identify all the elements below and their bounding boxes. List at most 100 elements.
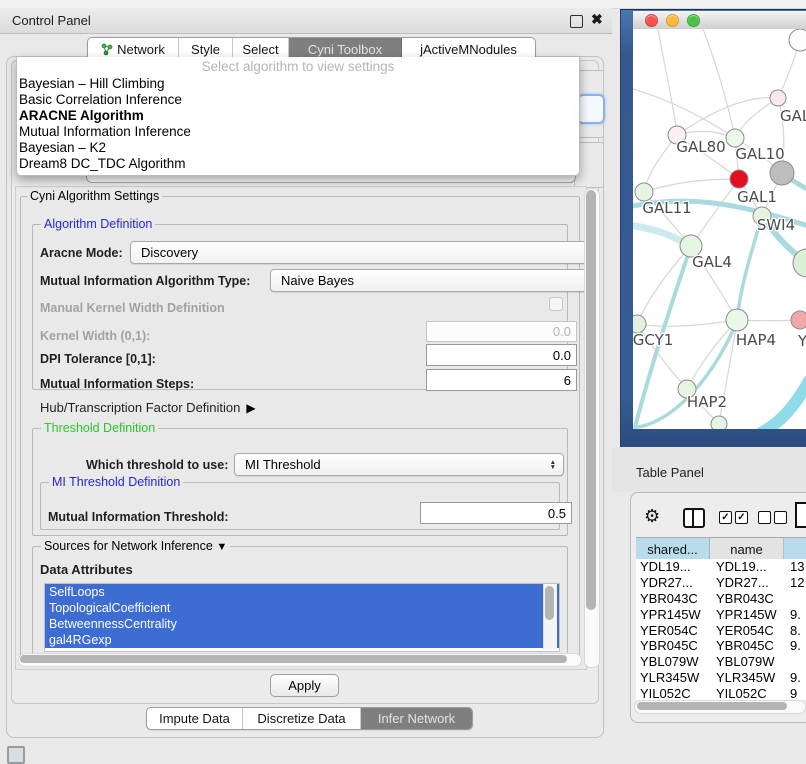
table-cell: YDL19... bbox=[710, 559, 784, 574]
node-hap4[interactable] bbox=[726, 309, 748, 331]
column-header-hidden[interactable] bbox=[784, 538, 806, 560]
node-label-gal11: GAL11 bbox=[642, 199, 691, 217]
table-row[interactable]: YPR145WYPR145W9. bbox=[636, 606, 806, 622]
threshold-definition-legend: Threshold Definition bbox=[41, 421, 158, 436]
column-header-name[interactable]: name bbox=[710, 538, 784, 560]
column-header-shared[interactable]: shared... bbox=[636, 538, 710, 560]
table-cell: YDL19... bbox=[636, 559, 710, 574]
aracne-mode-value: Discovery bbox=[141, 245, 198, 260]
unchecked-checkbox-icon[interactable] bbox=[774, 511, 787, 524]
node-gray[interactable] bbox=[770, 161, 794, 185]
mi-threshold-input[interactable]: 0.5 bbox=[420, 502, 572, 524]
tab-discretize-data[interactable]: Discretize Data bbox=[243, 708, 361, 729]
tab-infer-network[interactable]: Infer Network bbox=[361, 708, 472, 729]
node-salmon[interactable] bbox=[791, 311, 806, 329]
mi-steps-input[interactable]: 6 bbox=[426, 369, 577, 391]
attribute-item-selfloops[interactable]: SelfLoops bbox=[45, 584, 559, 600]
network-edge[interactable] bbox=[687, 320, 737, 389]
table-row[interactable]: YIL052CYIL052C9 bbox=[636, 685, 806, 700]
mi-threshold-label: Mutual Information Threshold: bbox=[48, 510, 229, 524]
node-label-gal: GAL bbox=[780, 107, 806, 125]
attribute-item-gal4rgexp[interactable]: gal4RGexp bbox=[45, 632, 559, 648]
table-row[interactable]: YDL19...YDL19...13 bbox=[636, 559, 806, 575]
network-edge[interactable] bbox=[644, 179, 739, 192]
table-row[interactable]: YDR27...YDR27...12 bbox=[636, 575, 806, 591]
tab-label: Impute Data bbox=[159, 711, 230, 726]
table-row[interactable]: YER054CYER054C8. bbox=[636, 622, 806, 638]
minimize-traffic-light-icon[interactable] bbox=[666, 14, 679, 27]
tab-label: Network bbox=[117, 42, 165, 57]
network-window-titlebar[interactable] bbox=[633, 11, 806, 30]
checked-checkbox-icon[interactable]: ✓ bbox=[719, 511, 732, 524]
focused-button-sliver[interactable] bbox=[577, 94, 605, 124]
minimized-panel-icon[interactable] bbox=[7, 746, 25, 764]
columns-icon[interactable] bbox=[683, 508, 705, 528]
data-attributes-list[interactable]: SelfLoopsTopologicalCoefficientBetweenne… bbox=[44, 583, 560, 652]
attribute-item-topologicalcoefficient[interactable]: TopologicalCoefficient bbox=[45, 600, 559, 616]
float-window-icon[interactable] bbox=[570, 15, 583, 28]
list-scrollbar-thumb[interactable] bbox=[545, 586, 554, 620]
table-cell: 12 bbox=[784, 575, 806, 590]
algorithm-option-bayesian-hill-climbing[interactable]: Bayesian – Hill Climbing bbox=[17, 76, 579, 92]
settings-horizontal-thumb[interactable] bbox=[20, 655, 567, 663]
tab-impute-data[interactable]: Impute Data bbox=[147, 708, 243, 729]
algorithm-option-aracne-algorithm[interactable]: ARACNE Algorithm bbox=[17, 108, 579, 124]
document-icon[interactable] bbox=[795, 502, 806, 528]
mi-algorithm-type-select[interactable]: Naive Bayes ▲▼ bbox=[270, 269, 598, 292]
aracne-mode-select[interactable]: Discovery ▲▼ bbox=[130, 241, 598, 264]
sources-legend[interactable]: Sources for Network Inference ▼ bbox=[41, 539, 230, 555]
manual-kernel-width-checkbox[interactable] bbox=[549, 297, 563, 311]
network-edge[interactable] bbox=[761, 381, 806, 429]
checked-checkbox-icon[interactable]: ✓ bbox=[735, 511, 748, 524]
which-threshold-select[interactable]: MI Threshold ▲▼ bbox=[234, 453, 564, 476]
network-edge[interactable] bbox=[637, 246, 691, 324]
kernel-width-label: Kernel Width (0,1): bbox=[40, 329, 150, 343]
node-bottom[interactable] bbox=[711, 416, 727, 429]
node-unlabeled-top[interactable] bbox=[789, 29, 806, 51]
node-label-gcy1: GCY1 bbox=[633, 331, 673, 349]
network-edge[interactable] bbox=[637, 320, 737, 326]
hub-definition-expander[interactable]: Hub/Transcription Factor Definition▶ bbox=[40, 400, 256, 415]
dpi-tolerance-input[interactable]: 0.0 bbox=[426, 344, 577, 366]
algorithm-option-bayesian-k2[interactable]: Bayesian – K2 bbox=[17, 140, 579, 156]
table-cell: YER054C bbox=[636, 623, 710, 638]
control-panel-titlebar: Control Panel bbox=[0, 8, 612, 34]
zoom-traffic-light-icon[interactable] bbox=[687, 14, 700, 27]
manual-kernel-width-label: Manual Kernel Width Definition bbox=[40, 301, 225, 315]
table-cell: YBR043C bbox=[636, 591, 710, 606]
kernel-width-input[interactable]: 0.0 bbox=[426, 321, 577, 342]
table-row[interactable]: YBR043CYBR043C bbox=[636, 591, 806, 607]
table-row[interactable]: YLR345WYLR345W9. bbox=[636, 670, 806, 686]
table-row[interactable]: YBL079WYBL079W bbox=[636, 654, 806, 670]
settings-vertical-thumb[interactable] bbox=[586, 190, 596, 610]
algorithm-option-basic-correlation-inference[interactable]: Basic Correlation Inference bbox=[17, 92, 579, 108]
network-edge[interactable] bbox=[644, 135, 677, 192]
node-label-gal4: GAL4 bbox=[692, 253, 732, 271]
node-pink-top[interactable] bbox=[770, 90, 786, 106]
table-cell: YPR145W bbox=[636, 607, 710, 622]
algorithm-option-dream8-dc-tdc-algorithm[interactable]: Dream8 DC_TDC Algorithm bbox=[17, 156, 579, 172]
which-threshold-value: MI Threshold bbox=[245, 457, 321, 472]
table-cell: 8. bbox=[784, 623, 806, 638]
network-edge[interactable] bbox=[691, 179, 739, 246]
close-traffic-light-icon[interactable] bbox=[645, 14, 658, 27]
table-cell: YBR045C bbox=[710, 638, 784, 653]
network-edge[interactable] bbox=[677, 98, 778, 135]
close-icon[interactable]: ✖ bbox=[591, 11, 603, 28]
table-row[interactable]: YBR045CYBR045C9. bbox=[636, 638, 806, 654]
cyni-algorithm-settings-legend: Cyni Algorithm Settings bbox=[27, 189, 162, 204]
table-cell: YIL052C bbox=[636, 686, 710, 700]
apply-button[interactable]: Apply bbox=[270, 674, 339, 697]
table-cell: 9. bbox=[784, 607, 806, 622]
data-attributes-label: Data Attributes bbox=[40, 562, 133, 577]
attribute-item-betweennesscentrality[interactable]: BetweennessCentrality bbox=[45, 616, 559, 632]
algorithm-option-mutual-information-inference[interactable]: Mutual Information Inference bbox=[17, 124, 579, 140]
table-horizontal-thumb[interactable] bbox=[637, 702, 787, 710]
node-gal1-red[interactable] bbox=[730, 170, 748, 188]
network-edge[interactable] bbox=[658, 29, 677, 135]
gear-icon[interactable]: ⚙ bbox=[644, 506, 660, 527]
unchecked-checkbox-icon[interactable] bbox=[758, 511, 771, 524]
table-cell: 9 bbox=[784, 686, 806, 700]
network-canvas[interactable]: GALGAL80GAL10GAL1GAL11SWI4GAL4GCY1HAP4YH… bbox=[633, 29, 806, 429]
table-cell: YDR27... bbox=[636, 575, 710, 590]
